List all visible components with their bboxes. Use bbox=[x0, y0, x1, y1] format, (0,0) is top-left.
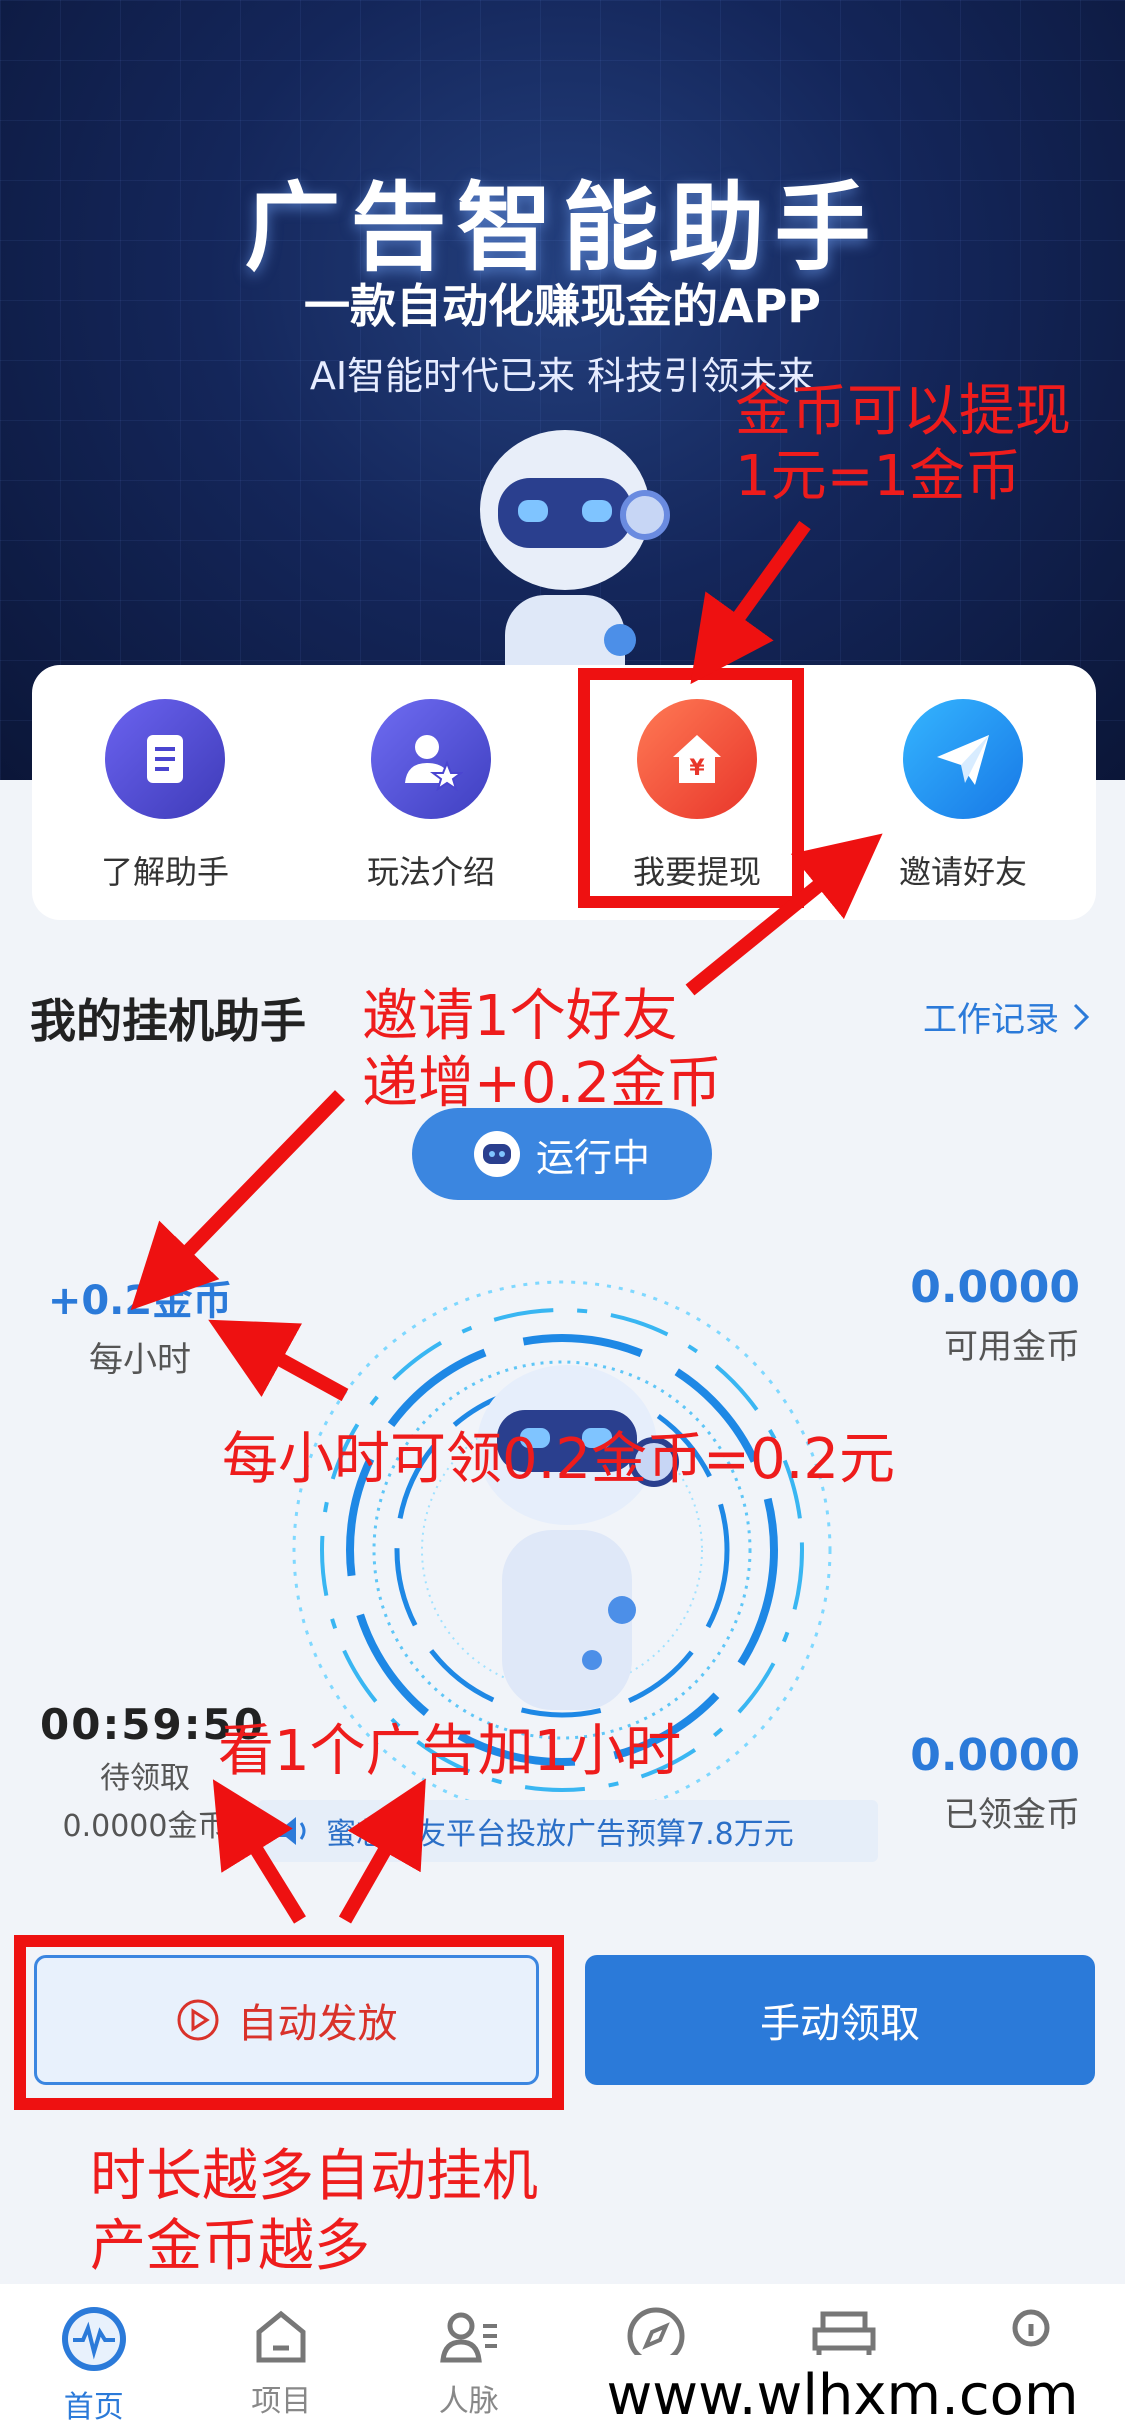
hourly-rate-stat: +0.2金币 每小时 bbox=[40, 1268, 240, 1381]
claimed-coins-value: 0.0000 bbox=[910, 1730, 1080, 1781]
hero-title: 广告智能助手 bbox=[244, 172, 881, 284]
annotation-invite-line2: 递增+0.2金币 bbox=[362, 1051, 722, 1116]
annotation-withdraw-line1: 金币可以提现 bbox=[735, 379, 1071, 444]
action-invite-friends[interactable]: 邀请好友 bbox=[848, 699, 1078, 893]
work-log-link[interactable]: 工作记录 bbox=[923, 992, 1091, 1041]
annotation-auto-line1: 时长越多自动挂机 bbox=[90, 2144, 538, 2209]
action-label: 玩法介绍 bbox=[366, 853, 495, 891]
hero-subtitle: 一款自动化赚现金的APP bbox=[303, 279, 822, 333]
tab-contacts[interactable]: 人脉 bbox=[375, 2284, 563, 2436]
speaker-icon bbox=[276, 1817, 306, 1845]
tab-home[interactable]: 首页 bbox=[0, 2284, 188, 2436]
quick-actions-card: 了解助手 玩法介绍 ¥ 我要提现 邀请好友 bbox=[32, 665, 1096, 920]
user-star-icon bbox=[371, 699, 491, 819]
tab-label: 人脉 bbox=[438, 2384, 499, 2419]
annotation-hourly: 每小时可领0.2金币=0.2元 bbox=[222, 1427, 896, 1492]
manual-claim-button[interactable]: 手动领取 bbox=[585, 1955, 1095, 2085]
tab-label: 项目 bbox=[251, 2384, 312, 2419]
paper-plane-icon bbox=[903, 699, 1023, 819]
site-watermark: www.wlhxm.com bbox=[560, 2355, 1125, 2436]
manual-claim-label: 手动领取 bbox=[760, 2001, 920, 2047]
action-label: 了解助手 bbox=[100, 853, 229, 891]
robot-face-icon bbox=[473, 1131, 520, 1177]
annotation-ad-hour: 看1个广告加1小时 bbox=[218, 1719, 682, 1784]
available-coins-stat: 0.0000 可用金币 bbox=[820, 1262, 1080, 1368]
contacts-icon bbox=[439, 2312, 497, 2363]
annotation-withdraw-line2: 1元=1金币 bbox=[735, 444, 1022, 509]
action-label: 邀请好友 bbox=[898, 853, 1027, 891]
action-about-assistant[interactable]: 了解助手 bbox=[50, 699, 280, 893]
ticker-text: 蜜芯伙友平台投放广告预算7.8万元 bbox=[326, 1817, 794, 1852]
section-title: 我的挂机助手 bbox=[30, 994, 306, 1048]
annotation-box-withdraw bbox=[578, 668, 804, 908]
document-icon bbox=[105, 699, 225, 819]
chevron-right-icon bbox=[1073, 1003, 1090, 1030]
running-status-pill[interactable]: 运行中 bbox=[412, 1108, 712, 1200]
hourly-rate-label: 每小时 bbox=[89, 1340, 191, 1380]
status-label: 运行中 bbox=[535, 1135, 650, 1180]
pending-coins: 0.0000金币 bbox=[62, 1809, 228, 1844]
tab-label: 首页 bbox=[63, 2390, 124, 2425]
pulse-icon bbox=[61, 2307, 126, 2371]
annotation-box-auto-release bbox=[14, 1935, 564, 2110]
available-coins-label: 可用金币 bbox=[944, 1327, 1080, 1367]
available-coins-value: 0.0000 bbox=[910, 1262, 1080, 1313]
annotation-invite-line1: 邀请1个好友 bbox=[362, 984, 678, 1049]
action-gameplay-intro[interactable]: 玩法介绍 bbox=[316, 699, 546, 893]
announcement-ticker: 蜜芯伙友平台投放广告预算7.8万元 bbox=[258, 1800, 878, 1862]
home-icon bbox=[256, 2310, 306, 2363]
hourly-rate-value: +0.2金币 bbox=[47, 1278, 233, 1324]
tab-projects[interactable]: 项目 bbox=[188, 2284, 376, 2436]
work-log-label: 工作记录 bbox=[923, 1000, 1059, 1040]
annotation-auto-line2: 产金币越多 bbox=[90, 2214, 370, 2279]
